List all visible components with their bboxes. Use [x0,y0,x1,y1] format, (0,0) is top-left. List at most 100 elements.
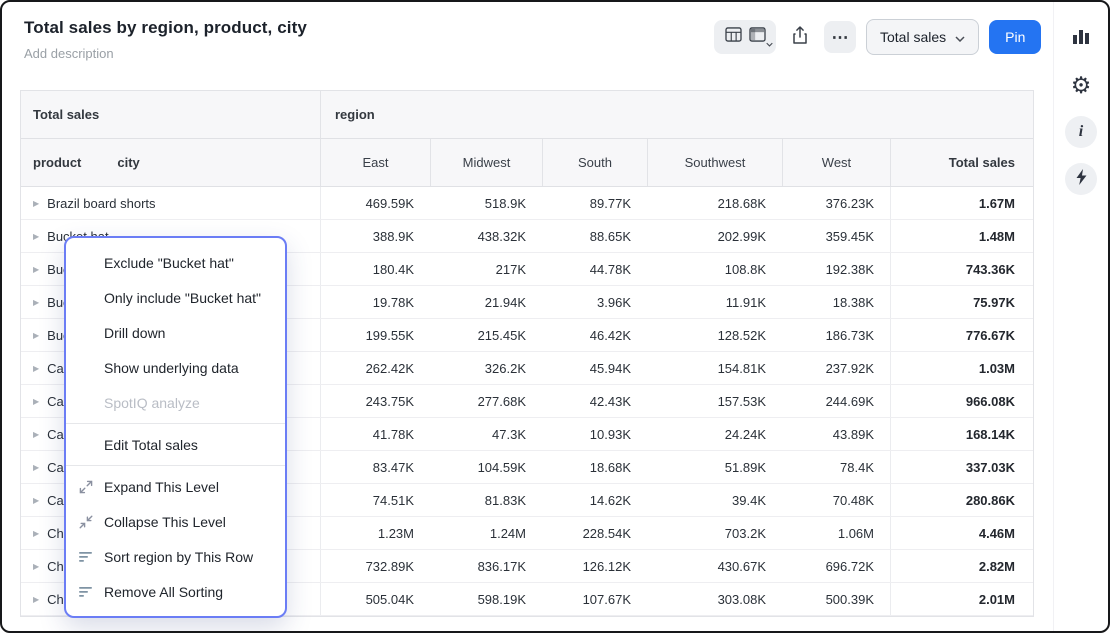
cell-total-sales[interactable]: 1.03M [890,352,1031,384]
add-description-link[interactable]: Add description [24,46,307,61]
measure-corner-header[interactable]: Total sales [21,91,320,138]
cell-total-sales[interactable]: 2.82M [890,550,1031,582]
cell-west[interactable]: 192.38K [782,253,890,285]
cell-midwest[interactable]: 326.2K [430,352,542,384]
cell-midwest[interactable]: 47.3K [430,418,542,450]
cell-total-sales[interactable]: 743.36K [890,253,1031,285]
cell-east[interactable]: 41.78K [320,418,430,450]
settings-button[interactable]: ⚙ [1065,69,1097,101]
cell-southwest[interactable]: 157.53K [647,385,782,417]
more-actions-button[interactable]: ⋯ [824,21,856,53]
cell-midwest[interactable]: 836.17K [430,550,542,582]
row-expand-icon[interactable]: ▶ [33,199,39,208]
cell-west[interactable]: 18.38K [782,286,890,318]
row-expand-icon[interactable]: ▶ [33,430,39,439]
row-expand-icon[interactable]: ▶ [33,232,39,241]
cell-total-sales[interactable]: 1.67M [890,187,1031,219]
cell-south[interactable]: 10.93K [542,418,647,450]
cell-total-sales[interactable]: 966.08K [890,385,1031,417]
row-expand-icon[interactable]: ▶ [33,397,39,406]
view-switcher[interactable] [714,20,776,54]
cell-midwest[interactable]: 1.24M [430,517,542,549]
cell-south[interactable]: 228.54K [542,517,647,549]
cell-south[interactable]: 89.77K [542,187,647,219]
cell-west[interactable]: 78.4K [782,451,890,483]
cell-southwest[interactable]: 108.8K [647,253,782,285]
cell-west[interactable]: 43.89K [782,418,890,450]
cell-southwest[interactable]: 703.2K [647,517,782,549]
cell-west[interactable]: 244.69K [782,385,890,417]
menu-item-edit-total-sales[interactable]: Edit Total sales [66,427,285,462]
cell-east[interactable]: 505.04K [320,583,430,615]
row-expand-icon[interactable]: ▶ [33,529,39,538]
cell-total-sales[interactable]: 280.86K [890,484,1031,516]
cell-southwest[interactable]: 51.89K [647,451,782,483]
cell-east[interactable]: 1.23M [320,517,430,549]
cell-west[interactable]: 376.23K [782,187,890,219]
cell-total-sales[interactable]: 1.48M [890,220,1031,252]
cell-southwest[interactable]: 303.08K [647,583,782,615]
column-header-midwest[interactable]: Midwest [430,139,542,186]
cell-southwest[interactable]: 154.81K [647,352,782,384]
row-expand-icon[interactable]: ▶ [33,331,39,340]
cell-midwest[interactable]: 598.19K [430,583,542,615]
cell-midwest[interactable]: 518.9K [430,187,542,219]
row-expand-icon[interactable]: ▶ [33,265,39,274]
cell-midwest[interactable]: 217K [430,253,542,285]
cell-southwest[interactable]: 11.91K [647,286,782,318]
row-expand-icon[interactable]: ▶ [33,562,39,571]
menu-item-drill-down[interactable]: Drill down [66,315,285,350]
cell-midwest[interactable]: 104.59K [430,451,542,483]
region-header[interactable]: region [320,91,1031,138]
cell-west[interactable]: 237.92K [782,352,890,384]
column-header-southwest[interactable]: Southwest [647,139,782,186]
row-expand-icon[interactable]: ▶ [33,496,39,505]
menu-item-remove-sorting[interactable]: Remove All Sorting [66,574,285,609]
cell-east[interactable]: 83.47K [320,451,430,483]
menu-item-sort-region[interactable]: Sort region by This Row [66,539,285,574]
cell-south[interactable]: 3.96K [542,286,647,318]
info-button[interactable]: i [1065,116,1097,148]
cell-east[interactable]: 388.9K [320,220,430,252]
row-expand-icon[interactable]: ▶ [33,463,39,472]
menu-item-collapse-level[interactable]: Collapse This Level [66,504,285,539]
chart-type-button[interactable] [1065,22,1097,54]
menu-item-show-underlying-data[interactable]: Show underlying data [66,350,285,385]
cell-total-sales[interactable]: 75.97K [890,286,1031,318]
cell-east[interactable]: 180.4K [320,253,430,285]
pivot-view-icon[interactable] [749,27,766,47]
cell-south[interactable]: 107.67K [542,583,647,615]
product-header[interactable]: product [33,155,81,170]
menu-item-exclude[interactable]: Exclude "Bucket hat" [66,245,285,280]
cell-east[interactable]: 243.75K [320,385,430,417]
spotiq-button[interactable] [1065,163,1097,195]
cell-midwest[interactable]: 81.83K [430,484,542,516]
cell-southwest[interactable]: 39.4K [647,484,782,516]
cell-east[interactable]: 262.42K [320,352,430,384]
column-header-total-sales[interactable]: Total sales [890,139,1031,186]
row-expand-icon[interactable]: ▶ [33,364,39,373]
cell-midwest[interactable]: 438.32K [430,220,542,252]
column-header-south[interactable]: South [542,139,647,186]
cell-east[interactable]: 199.55K [320,319,430,351]
table-row[interactable]: ▶ Brazil board shorts 469.59K 518.9K 89.… [21,187,1033,220]
cell-southwest[interactable]: 128.52K [647,319,782,351]
cell-total-sales[interactable]: 168.14K [890,418,1031,450]
row-label-cell[interactable]: ▶ Brazil board shorts [21,187,320,219]
cell-southwest[interactable]: 218.68K [647,187,782,219]
cell-east[interactable]: 19.78K [320,286,430,318]
cell-west[interactable]: 500.39K [782,583,890,615]
cell-west[interactable]: 70.48K [782,484,890,516]
column-header-west[interactable]: West [782,139,890,186]
share-button[interactable] [786,20,814,54]
column-header-east[interactable]: East [320,139,430,186]
menu-item-only-include[interactable]: Only include "Bucket hat" [66,280,285,315]
cell-east[interactable]: 732.89K [320,550,430,582]
cell-south[interactable]: 18.68K [542,451,647,483]
cell-west[interactable]: 696.72K [782,550,890,582]
cell-total-sales[interactable]: 776.67K [890,319,1031,351]
cell-south[interactable]: 42.43K [542,385,647,417]
cell-west[interactable]: 186.73K [782,319,890,351]
cell-south[interactable]: 45.94K [542,352,647,384]
cell-total-sales[interactable]: 2.01M [890,583,1031,615]
